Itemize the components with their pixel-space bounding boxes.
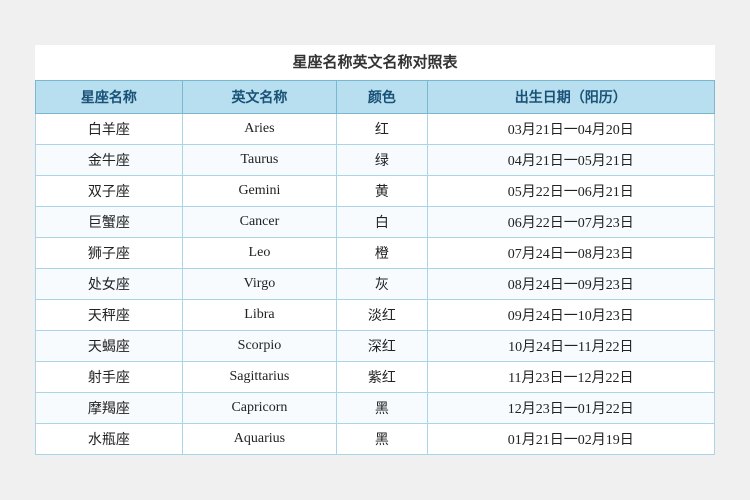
cell-chinese: 摩羯座	[36, 393, 183, 424]
main-container: 星座名称英文名称对照表 星座名称 英文名称 颜色 出生日期（阳历） 白羊座Ari…	[35, 45, 715, 455]
cell-english: Sagittarius	[182, 362, 337, 393]
cell-color: 黑	[337, 424, 427, 455]
cell-date: 10月24日一11月22日	[427, 331, 714, 362]
table-row: 天秤座Libra淡红09月24日一10月23日	[36, 300, 715, 331]
table-row: 天蝎座Scorpio深红10月24日一11月22日	[36, 331, 715, 362]
cell-date: 07月24日一08月23日	[427, 238, 714, 269]
cell-color: 黑	[337, 393, 427, 424]
cell-chinese: 天蝎座	[36, 331, 183, 362]
cell-color: 绿	[337, 145, 427, 176]
cell-chinese: 处女座	[36, 269, 183, 300]
table-row: 白羊座Aries红03月21日一04月20日	[36, 114, 715, 145]
cell-date: 03月21日一04月20日	[427, 114, 714, 145]
cell-english: Virgo	[182, 269, 337, 300]
cell-chinese: 狮子座	[36, 238, 183, 269]
table-header-row: 星座名称 英文名称 颜色 出生日期（阳历）	[36, 81, 715, 114]
header-date: 出生日期（阳历）	[427, 81, 714, 114]
zodiac-table: 星座名称 英文名称 颜色 出生日期（阳历） 白羊座Aries红03月21日一04…	[35, 80, 715, 455]
cell-chinese: 白羊座	[36, 114, 183, 145]
cell-date: 05月22日一06月21日	[427, 176, 714, 207]
cell-english: Scorpio	[182, 331, 337, 362]
header-english: 英文名称	[182, 81, 337, 114]
cell-chinese: 巨蟹座	[36, 207, 183, 238]
cell-date: 12月23日一01月22日	[427, 393, 714, 424]
table-row: 摩羯座Capricorn黑12月23日一01月22日	[36, 393, 715, 424]
table-row: 狮子座Leo橙07月24日一08月23日	[36, 238, 715, 269]
header-color: 颜色	[337, 81, 427, 114]
table-row: 水瓶座Aquarius黑01月21日一02月19日	[36, 424, 715, 455]
cell-english: Taurus	[182, 145, 337, 176]
cell-color: 橙	[337, 238, 427, 269]
cell-chinese: 射手座	[36, 362, 183, 393]
cell-chinese: 水瓶座	[36, 424, 183, 455]
cell-english: Aquarius	[182, 424, 337, 455]
table-row: 射手座Sagittarius紫红11月23日一12月22日	[36, 362, 715, 393]
cell-color: 深红	[337, 331, 427, 362]
cell-chinese: 双子座	[36, 176, 183, 207]
cell-english: Aries	[182, 114, 337, 145]
cell-chinese: 金牛座	[36, 145, 183, 176]
cell-date: 01月21日一02月19日	[427, 424, 714, 455]
header-chinese: 星座名称	[36, 81, 183, 114]
cell-english: Cancer	[182, 207, 337, 238]
cell-english: Capricorn	[182, 393, 337, 424]
cell-date: 04月21日一05月21日	[427, 145, 714, 176]
table-row: 巨蟹座Cancer白06月22日一07月23日	[36, 207, 715, 238]
page-title: 星座名称英文名称对照表	[35, 45, 715, 80]
cell-color: 红	[337, 114, 427, 145]
cell-english: Leo	[182, 238, 337, 269]
cell-date: 11月23日一12月22日	[427, 362, 714, 393]
cell-color: 灰	[337, 269, 427, 300]
cell-english: Gemini	[182, 176, 337, 207]
cell-color: 淡红	[337, 300, 427, 331]
table-row: 金牛座Taurus绿04月21日一05月21日	[36, 145, 715, 176]
cell-date: 06月22日一07月23日	[427, 207, 714, 238]
cell-english: Libra	[182, 300, 337, 331]
table-row: 双子座Gemini黄05月22日一06月21日	[36, 176, 715, 207]
table-row: 处女座Virgo灰08月24日一09月23日	[36, 269, 715, 300]
cell-color: 黄	[337, 176, 427, 207]
cell-date: 09月24日一10月23日	[427, 300, 714, 331]
cell-date: 08月24日一09月23日	[427, 269, 714, 300]
cell-chinese: 天秤座	[36, 300, 183, 331]
cell-color: 紫红	[337, 362, 427, 393]
cell-color: 白	[337, 207, 427, 238]
